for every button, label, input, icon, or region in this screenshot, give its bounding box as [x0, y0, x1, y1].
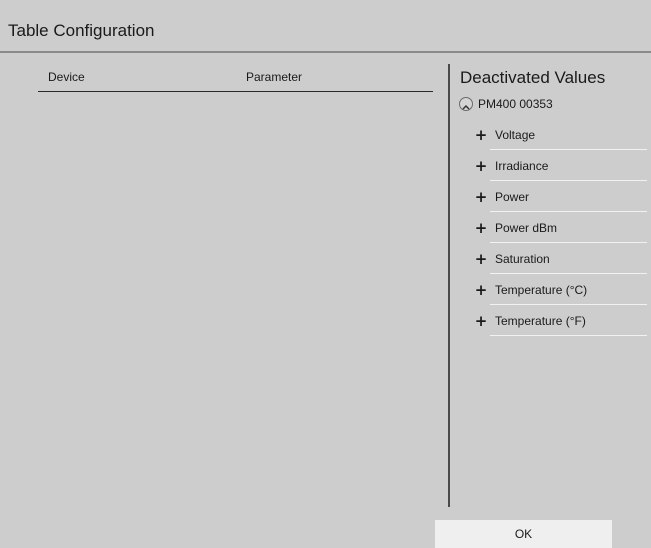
deactivated-values-list: + Voltage + Irradiance + Power + Power d… — [472, 121, 647, 338]
value-item-voltage[interactable]: + Voltage — [472, 121, 647, 152]
collapse-button[interactable] — [459, 97, 473, 111]
value-label: Power dBm — [495, 220, 558, 235]
table-header-divider — [38, 91, 433, 92]
value-item-irradiance[interactable]: + Irradiance — [472, 152, 647, 183]
chevron-up-icon — [462, 95, 470, 114]
row-divider — [490, 211, 647, 212]
value-label: Power — [495, 189, 530, 204]
value-item-power[interactable]: + Power — [472, 183, 647, 214]
panel-divider — [448, 64, 450, 507]
dialog-title: Table Configuration — [8, 21, 155, 40]
plus-icon[interactable]: + — [472, 189, 490, 205]
plus-icon[interactable]: + — [472, 313, 490, 329]
value-item-power-dbm[interactable]: + Power dBm — [472, 214, 647, 245]
value-item-temperature-f[interactable]: + Temperature (°F) — [472, 307, 647, 338]
row-divider — [490, 273, 647, 274]
plus-icon[interactable]: + — [472, 282, 490, 298]
row-divider — [490, 149, 647, 150]
device-group-header[interactable]: PM400 00353 — [459, 94, 553, 114]
row-divider — [490, 304, 647, 305]
device-name: PM400 00353 — [478, 97, 553, 111]
row-divider — [490, 335, 647, 336]
value-item-temperature-c[interactable]: + Temperature (°C) — [472, 276, 647, 307]
plus-icon[interactable]: + — [472, 127, 490, 143]
ok-button[interactable]: OK — [435, 520, 612, 548]
value-label: Saturation — [495, 251, 550, 266]
value-item-saturation[interactable]: + Saturation — [472, 245, 647, 276]
value-label: Irradiance — [495, 158, 549, 173]
column-header-device[interactable]: Device — [48, 69, 85, 85]
value-label: Temperature (°F) — [495, 313, 586, 328]
plus-icon[interactable]: + — [472, 220, 490, 236]
deactivated-values-title: Deactivated Values — [460, 68, 606, 87]
column-header-parameter[interactable]: Parameter — [246, 69, 302, 85]
plus-icon[interactable]: + — [472, 158, 490, 174]
value-label: Voltage — [495, 127, 536, 142]
row-divider — [490, 180, 647, 181]
title-divider — [0, 51, 651, 53]
value-label: Temperature (°C) — [495, 282, 588, 297]
row-divider — [490, 242, 647, 243]
plus-icon[interactable]: + — [472, 251, 490, 267]
